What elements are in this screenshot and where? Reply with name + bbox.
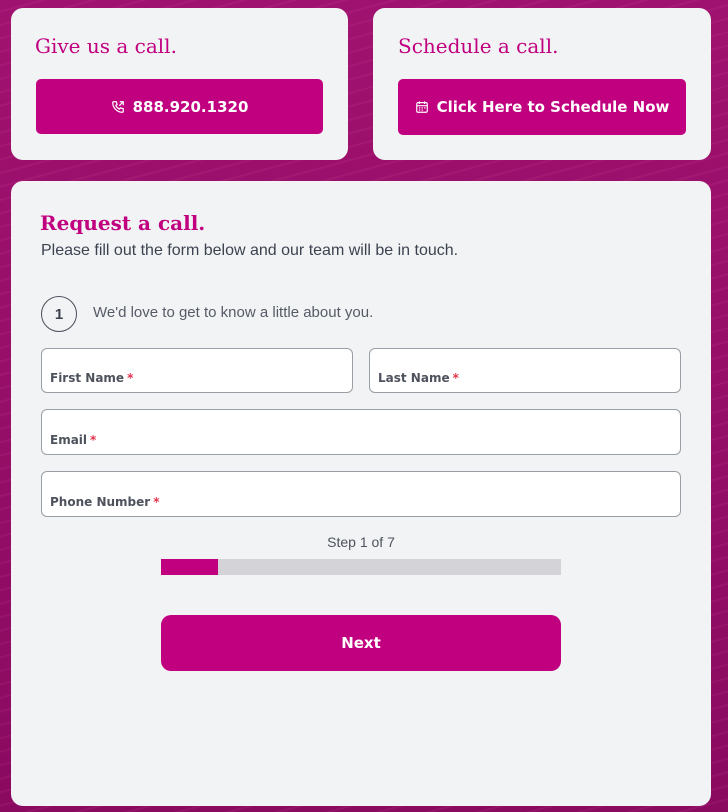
schedule-now-button[interactable]: Click Here to Schedule Now: [398, 79, 686, 135]
phone-number-input[interactable]: [42, 472, 680, 516]
schedule-card: Schedule a call. Click Here to Schedule …: [373, 8, 711, 160]
first-name-field: First Name *: [41, 348, 353, 393]
last-name-label: Last Name *: [378, 371, 459, 385]
phone-call-button[interactable]: 888.920.1320: [36, 79, 323, 134]
call-card: Give us a call. 888.920.1320: [11, 8, 348, 160]
next-button[interactable]: Next: [161, 615, 561, 671]
required-mark: *: [452, 371, 459, 385]
form-title: Request a call.: [40, 211, 206, 235]
progress-bar-fill: [161, 559, 219, 575]
required-mark: *: [127, 371, 134, 385]
schedule-button-label: Click Here to Schedule Now: [436, 98, 670, 116]
last-name-label-text: Last Name: [378, 371, 450, 385]
email-label-text: Email: [50, 433, 88, 447]
request-call-form: Request a call. Please fill out the form…: [11, 181, 711, 806]
call-card-title: Give us a call.: [35, 34, 177, 58]
last-name-field: Last Name *: [369, 348, 681, 393]
first-name-label-text: First Name: [50, 371, 125, 385]
phone-number-label: Phone Number *: [50, 495, 159, 509]
phone-number-label-text: Phone Number: [50, 495, 151, 509]
schedule-card-title: Schedule a call.: [398, 34, 559, 58]
progress-bar: [161, 559, 561, 575]
required-mark: *: [90, 433, 97, 447]
phone-number-field: Phone Number *: [41, 471, 681, 517]
step-number-badge: 1: [41, 296, 77, 332]
required-mark: *: [153, 495, 160, 509]
calendar-icon: [415, 101, 428, 113]
email-label: Email *: [50, 433, 96, 447]
step-progress-label: Step 1 of 7: [327, 534, 395, 550]
phone-number-label: 888.920.1320: [132, 97, 249, 116]
email-field: Email *: [41, 409, 681, 455]
email-input[interactable]: [42, 410, 680, 454]
step-intro-text: We'd love to get to know a little about …: [93, 304, 374, 321]
form-subtitle: Please fill out the form below and our t…: [41, 242, 459, 259]
first-name-label: First Name *: [50, 371, 133, 385]
phone-icon: [111, 100, 124, 113]
